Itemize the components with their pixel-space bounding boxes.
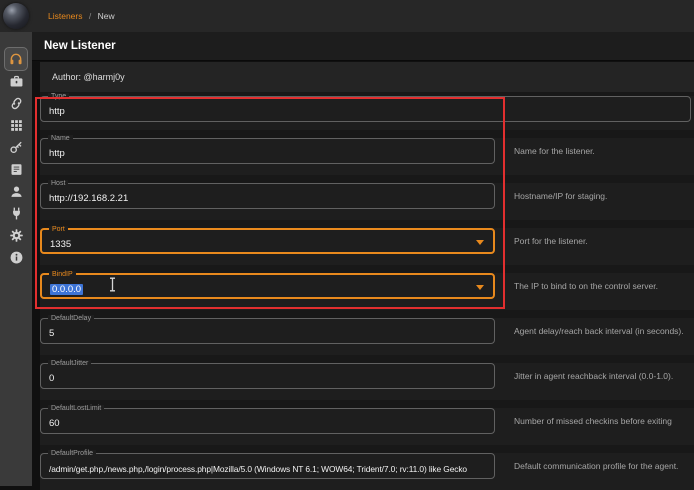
field-input[interactable]: DefaultLostLimit 60 (40, 408, 495, 434)
sidebar-item-listeners[interactable] (0, 46, 32, 72)
key-icon (9, 140, 24, 155)
field-label: Type (48, 93, 69, 101)
field-value: http (49, 106, 65, 117)
field-value: 5 (49, 328, 54, 339)
form-field-row-type: Type http (40, 96, 694, 130)
field-label: DefaultDelay (48, 315, 94, 323)
headphones-icon (4, 47, 28, 71)
field-label: DefaultLostLimit (48, 405, 104, 413)
form-rows: Type http Name http Name for the listene… (40, 96, 694, 490)
note-icon (9, 162, 24, 177)
field-input[interactable]: DefaultJitter 0 (40, 363, 495, 389)
field-input[interactable]: DefaultProfile /admin/get.php,/news.php,… (40, 453, 495, 479)
form-field-row-defaultlostlimit: DefaultLostLimit 60 Number of missed che… (40, 408, 694, 445)
link-icon (9, 96, 24, 111)
field-value: 0 (49, 373, 54, 384)
field-label: BindIP (49, 271, 76, 279)
field-description: Jitter in agent reachback interval (0.0-… (514, 363, 673, 389)
breadcrumb-current: New (98, 11, 115, 21)
field-value: 60 (49, 418, 60, 429)
field-label: Name (48, 135, 73, 143)
field-description: Name for the listener. (514, 138, 595, 164)
sidebar-items (0, 46, 32, 268)
form-field-row-defaultdelay: DefaultDelay 5 Agent delay/reach back in… (40, 318, 694, 355)
sidebar-item-settings[interactable] (0, 224, 32, 246)
app-logo-deathstar-icon[interactable] (3, 3, 29, 29)
field-value: 1335 (50, 239, 71, 250)
form-field-row-defaultprofile: DefaultProfile /admin/get.php,/news.php,… (40, 453, 694, 490)
top-bar: Listeners / New (0, 0, 694, 32)
listener-form-card: Author: @harmj0y Type http Name http Nam… (40, 62, 694, 486)
breadcrumb-listeners-link[interactable]: Listeners (48, 11, 83, 21)
sidebar-item-stagers[interactable] (0, 70, 32, 92)
field-label: Host (48, 180, 68, 188)
sidebar-item-modules[interactable] (0, 114, 32, 136)
dropdown-caret-icon[interactable] (476, 240, 484, 245)
form-field-row-name: Name http Name for the listener. (40, 138, 694, 175)
briefcase-icon (9, 74, 24, 89)
field-input[interactable]: Host http://192.168.2.21 (40, 183, 495, 209)
field-label: DefaultJitter (48, 360, 91, 368)
sidebar (0, 0, 32, 486)
sidebar-item-credentials[interactable] (0, 136, 32, 158)
field-description: Number of missed checkins before exiting (514, 408, 672, 434)
plug-icon (9, 206, 24, 221)
form-field-row-port: Port 1335 Port for the listener. (40, 228, 694, 265)
user-icon (9, 184, 24, 199)
field-description: Hostname/IP for staging. (514, 183, 607, 209)
sidebar-item-agents[interactable] (0, 92, 32, 114)
sidebar-item-plugins[interactable] (0, 202, 32, 224)
field-input[interactable]: BindIP 0.0.0.0 (40, 273, 495, 299)
info-icon (9, 250, 24, 265)
field-input[interactable]: Name http (40, 138, 495, 164)
gear-icon (9, 228, 24, 243)
page-title: New Listener (32, 32, 694, 60)
sidebar-item-about[interactable] (0, 246, 32, 268)
sidebar-item-reporting[interactable] (0, 158, 32, 180)
form-field-row-defaultjitter: DefaultJitter 0 Jitter in agent reachbac… (40, 363, 694, 400)
author-label: Author: @harmj0y (40, 62, 694, 92)
breadcrumb: Listeners / New (48, 0, 115, 32)
field-value: /admin/get.php,/news.php,/login/process.… (49, 464, 467, 474)
page-header: New Listener (32, 32, 694, 61)
field-input[interactable]: Type http (40, 96, 691, 122)
field-label: Port (49, 226, 68, 234)
grid-icon (9, 118, 24, 133)
field-value: 0.0.0.0 (50, 284, 83, 295)
field-input[interactable]: Port 1335 (40, 228, 495, 254)
field-input[interactable]: DefaultDelay 5 (40, 318, 495, 344)
form-field-row-host: Host http://192.168.2.21 Hostname/IP for… (40, 183, 694, 220)
field-description: Agent delay/reach back interval (in seco… (514, 318, 684, 344)
field-label: DefaultProfile (48, 450, 96, 458)
form-field-row-bindip: BindIP 0.0.0.0 The IP to bind to on the … (40, 273, 694, 310)
field-description: Default communication profile for the ag… (514, 453, 678, 479)
breadcrumb-separator: / (89, 11, 91, 21)
dropdown-caret-icon[interactable] (476, 285, 484, 290)
field-description: Port for the listener. (514, 228, 588, 254)
field-value: http (49, 148, 65, 159)
field-value: http://192.168.2.21 (49, 193, 128, 204)
field-description: The IP to bind to on the control server. (514, 273, 658, 299)
sidebar-item-users[interactable] (0, 180, 32, 202)
